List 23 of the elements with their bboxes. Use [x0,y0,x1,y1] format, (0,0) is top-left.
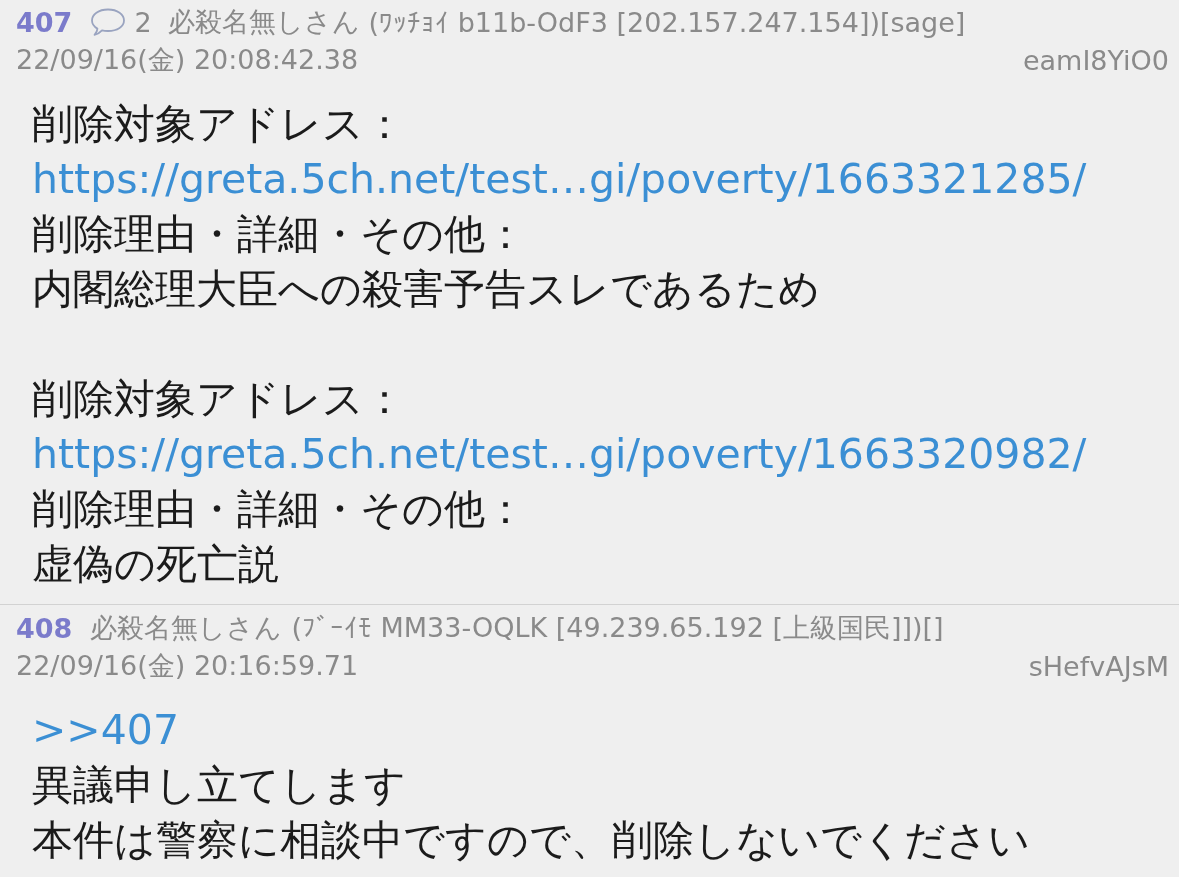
reply-count[interactable]: 2 [134,6,152,38]
body-text: 削除理由・詳細・その他： [32,484,526,535]
body-text: 本件は警察に相談中ですので、削除しないでください [32,815,1030,866]
poster-name: 必殺名無しさん [90,611,283,645]
post-date: 22/09/16(金) 20:08:42.38 [16,43,359,77]
body-link[interactable]: https://greta.5ch.net/test…gi/poverty/1663320982/ [32,427,1087,482]
body-text: 削除対象アドレス： [32,374,405,425]
body-link[interactable]: >>407 [32,703,179,758]
body-text: 異議申し立てします [32,760,406,811]
speech-bubble-icon[interactable] [90,7,127,37]
poster-id[interactable]: eamI8YiO0 [1022,44,1169,76]
body-text: 削除対象アドレス： [32,99,405,150]
body-link[interactable]: https://greta.5ch.net/test…gi/poverty/1663321285/ [32,152,1087,207]
post-number[interactable]: 408 [16,612,73,644]
poster-info: (ﾌﾞｰｲﾓ MM33-OQLK [49.239.65.192 [上級国民]])[] [291,611,944,645]
poster-name: 必殺名無しさん [167,5,360,39]
body-text: 内閣総理大臣への殺害予告スレであるため [32,264,820,315]
body-text: 虚偽の死亡説 [32,539,279,590]
poster-info: (ﾜｯﾁｮｲ b11b-OdF3 [202.157.247.154])[sage] [368,6,966,38]
poster-id[interactable]: sHefvAJsM [1028,650,1169,682]
post-date: 22/09/16(金) 20:16:59.71 [16,649,359,683]
body-text: 削除理由・詳細・その他： [32,209,526,260]
post-number[interactable]: 407 [16,6,73,38]
